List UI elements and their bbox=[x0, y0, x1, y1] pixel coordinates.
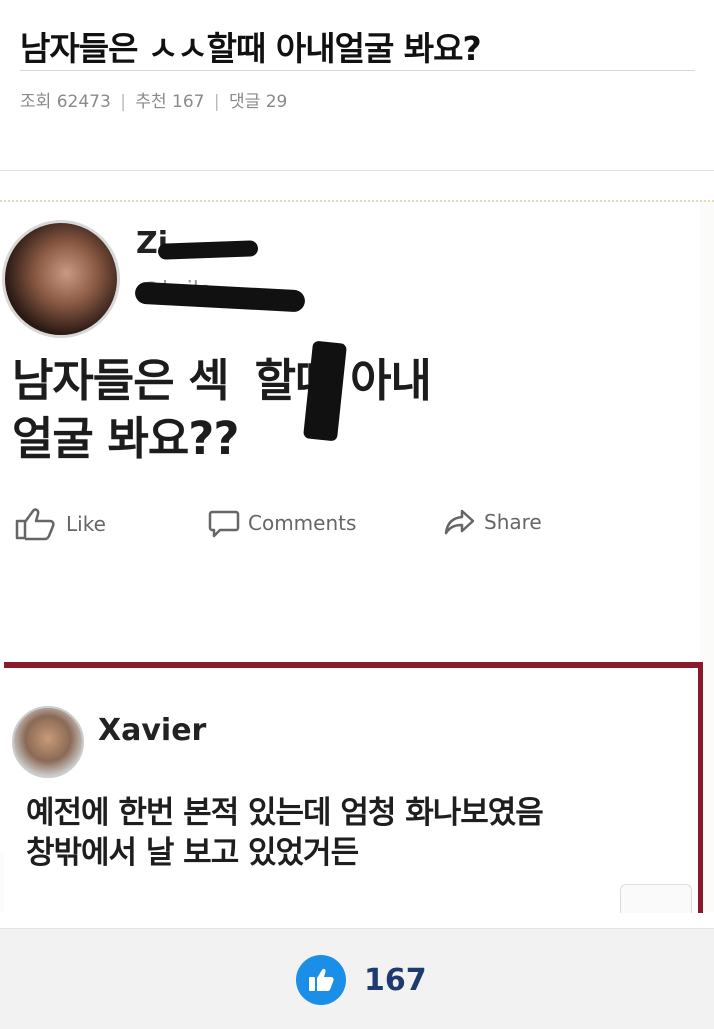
like-count: 167 bbox=[364, 963, 427, 998]
recommend-count: 167 bbox=[172, 92, 205, 112]
like-bar: 167 bbox=[0, 928, 714, 1029]
recommend-label: 추천 bbox=[135, 92, 167, 112]
post-text-line2: 얼굴 봐요?? bbox=[12, 412, 239, 465]
reply-text: 예전에 한번 본적 있는데 엄청 화나보였음 창밖에서 날 보고 있었거든 bbox=[26, 793, 686, 873]
reply-comment: Xavier 예전에 한번 본적 있는데 엄청 화나보였음 창밖에서 날 보고 … bbox=[4, 662, 703, 913]
meta-separator: | bbox=[213, 92, 220, 112]
profile-avatar bbox=[2, 220, 120, 338]
comments-label: 댓글 bbox=[229, 92, 261, 112]
comments-action: Comments bbox=[208, 507, 356, 539]
redaction-scribble bbox=[157, 240, 259, 260]
post-meta: 조회 62473 | 추천 167 | 댓글 29 bbox=[20, 87, 287, 112]
page-title: 남자들은 ㅅㅅ할때 아내얼굴 봐요? bbox=[20, 29, 482, 68]
comments-count: 29 bbox=[265, 92, 288, 112]
divider bbox=[20, 70, 695, 71]
reply-corner-box bbox=[620, 884, 692, 913]
share-arrow-icon bbox=[444, 509, 475, 535]
views-count: 62473 bbox=[56, 92, 111, 112]
reply-avatar bbox=[12, 706, 84, 778]
redaction-scribble bbox=[134, 281, 306, 313]
thumbs-up-outline-icon bbox=[15, 508, 55, 541]
views-label: 조회 bbox=[20, 92, 52, 112]
post-header: 남자들은 ㅅㅅ할때 아내얼굴 봐요? 조회 62473 | 추천 167 | 댓… bbox=[0, 0, 714, 171]
thumbs-up-icon bbox=[309, 968, 334, 991]
reply-username: Xavier bbox=[98, 713, 207, 748]
like-action: Like bbox=[14, 507, 106, 541]
post-actions: Like Comments Share bbox=[14, 507, 614, 547]
like-label: Like bbox=[66, 512, 106, 536]
comments-label: Comments bbox=[248, 511, 357, 535]
reply-text-line1: 예전에 한번 본적 있는데 엄청 화나보였음 bbox=[26, 795, 544, 831]
meta-separator: | bbox=[120, 92, 126, 112]
speech-bubble-icon bbox=[208, 510, 240, 538]
share-action: Share bbox=[444, 507, 542, 537]
post-text-line1: 남자들은 섹 bbox=[12, 354, 230, 407]
share-label: Share bbox=[484, 510, 542, 534]
like-button[interactable] bbox=[296, 955, 346, 1005]
reply-text-line2: 창밖에서 날 보고 있었거든 bbox=[26, 835, 359, 871]
post-image: Zi @l zils 남자들은 섹할때 아내 얼굴 봐요?? Like Comm… bbox=[0, 200, 714, 913]
